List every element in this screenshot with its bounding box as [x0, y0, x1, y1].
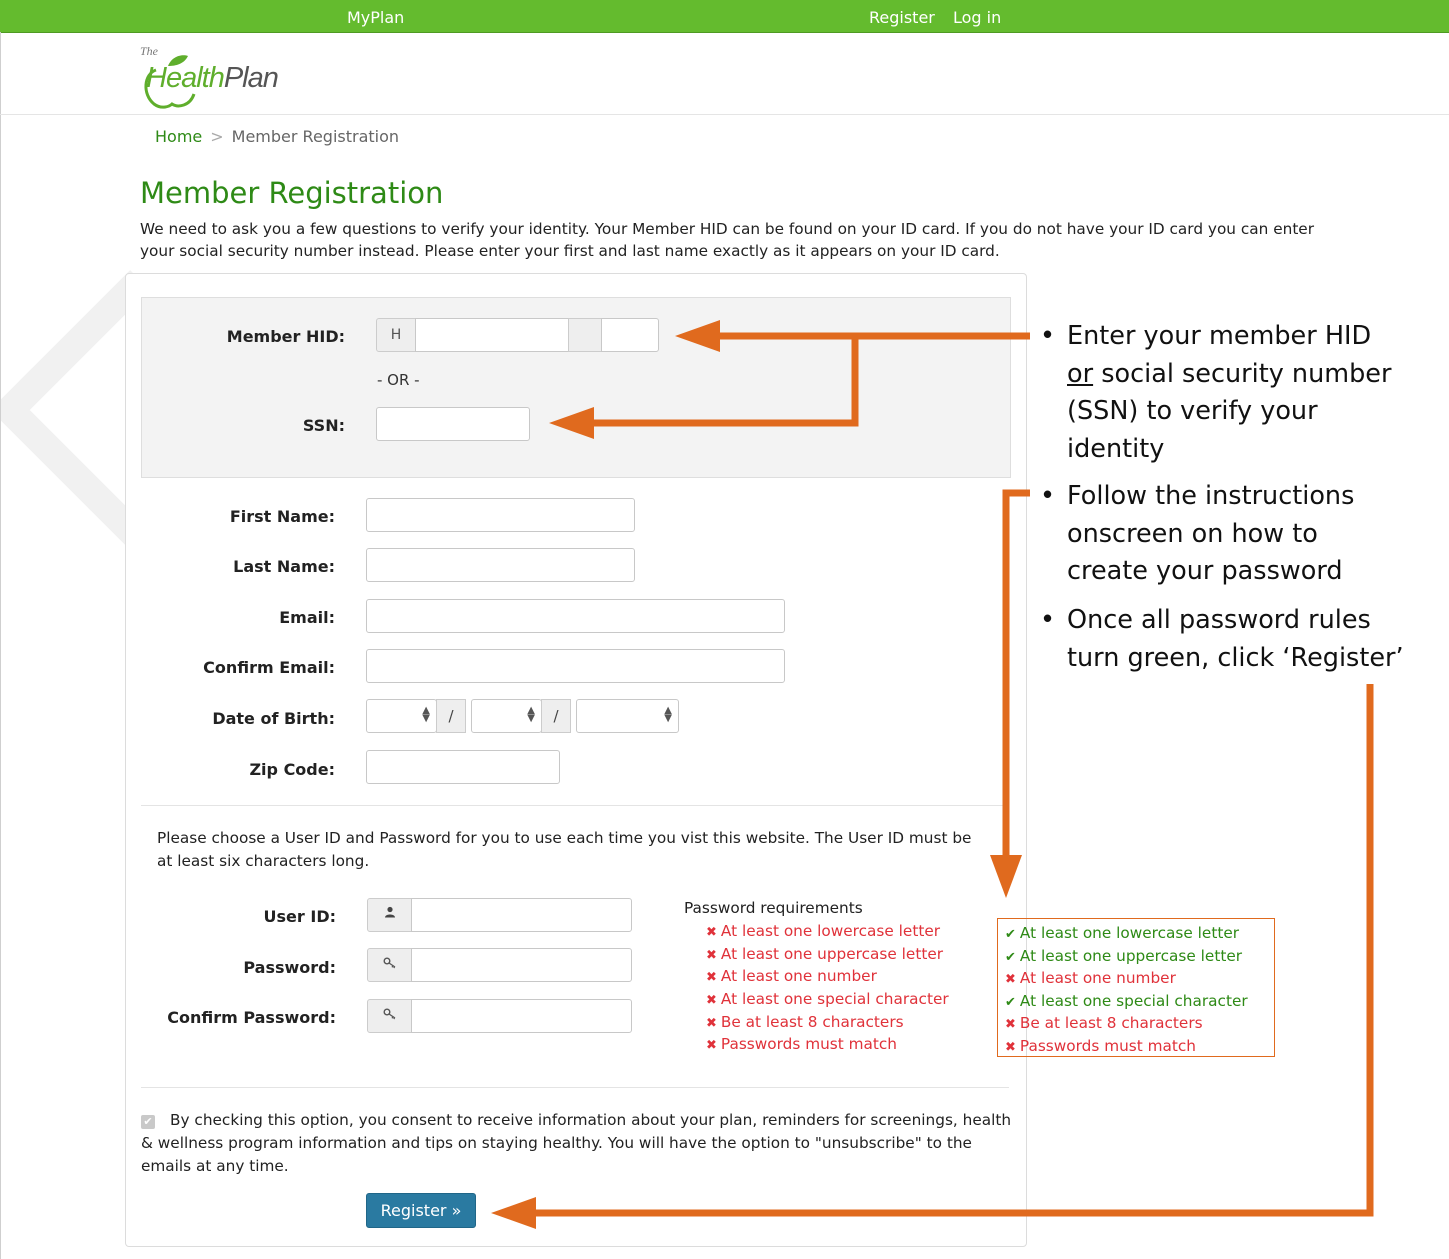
annotation-line: create your password — [1067, 556, 1343, 586]
annotation-line: onscreen on how to — [1067, 518, 1318, 549]
arrowhead-register — [491, 1197, 536, 1229]
annotation-line: • Enter your member HID — [1040, 318, 1391, 356]
arrowhead-password — [990, 855, 1022, 898]
annotation-password-instructions: • Follow the instructions onscreen on how… — [1040, 478, 1354, 591]
annotation-register-step: • Once all password rules turn green, cli… — [1040, 602, 1404, 677]
annotation-line: identity — [1067, 433, 1165, 464]
arrow-line-password — [1002, 489, 1030, 860]
arrow-line-register — [530, 684, 1374, 1217]
bullet: • — [1040, 481, 1056, 511]
arrow-line-ssn — [590, 336, 859, 427]
annotation-line: turn green, click ‘Register’ — [1067, 642, 1404, 673]
annotation-line: (SSN) to verify your — [1067, 396, 1318, 426]
annotation-line: • Follow the instructions — [1040, 478, 1354, 516]
bullet: • — [1040, 605, 1056, 635]
arrowhead-ssn — [549, 407, 594, 439]
arrowhead-hid — [675, 320, 720, 352]
bullet: • — [1040, 321, 1056, 351]
annotation-verify-identity: • Enter your member HID or social securit… — [1040, 318, 1391, 468]
annotation-line: or social security number — [1067, 358, 1392, 389]
annotation-line: • Once all password rules — [1040, 602, 1404, 640]
